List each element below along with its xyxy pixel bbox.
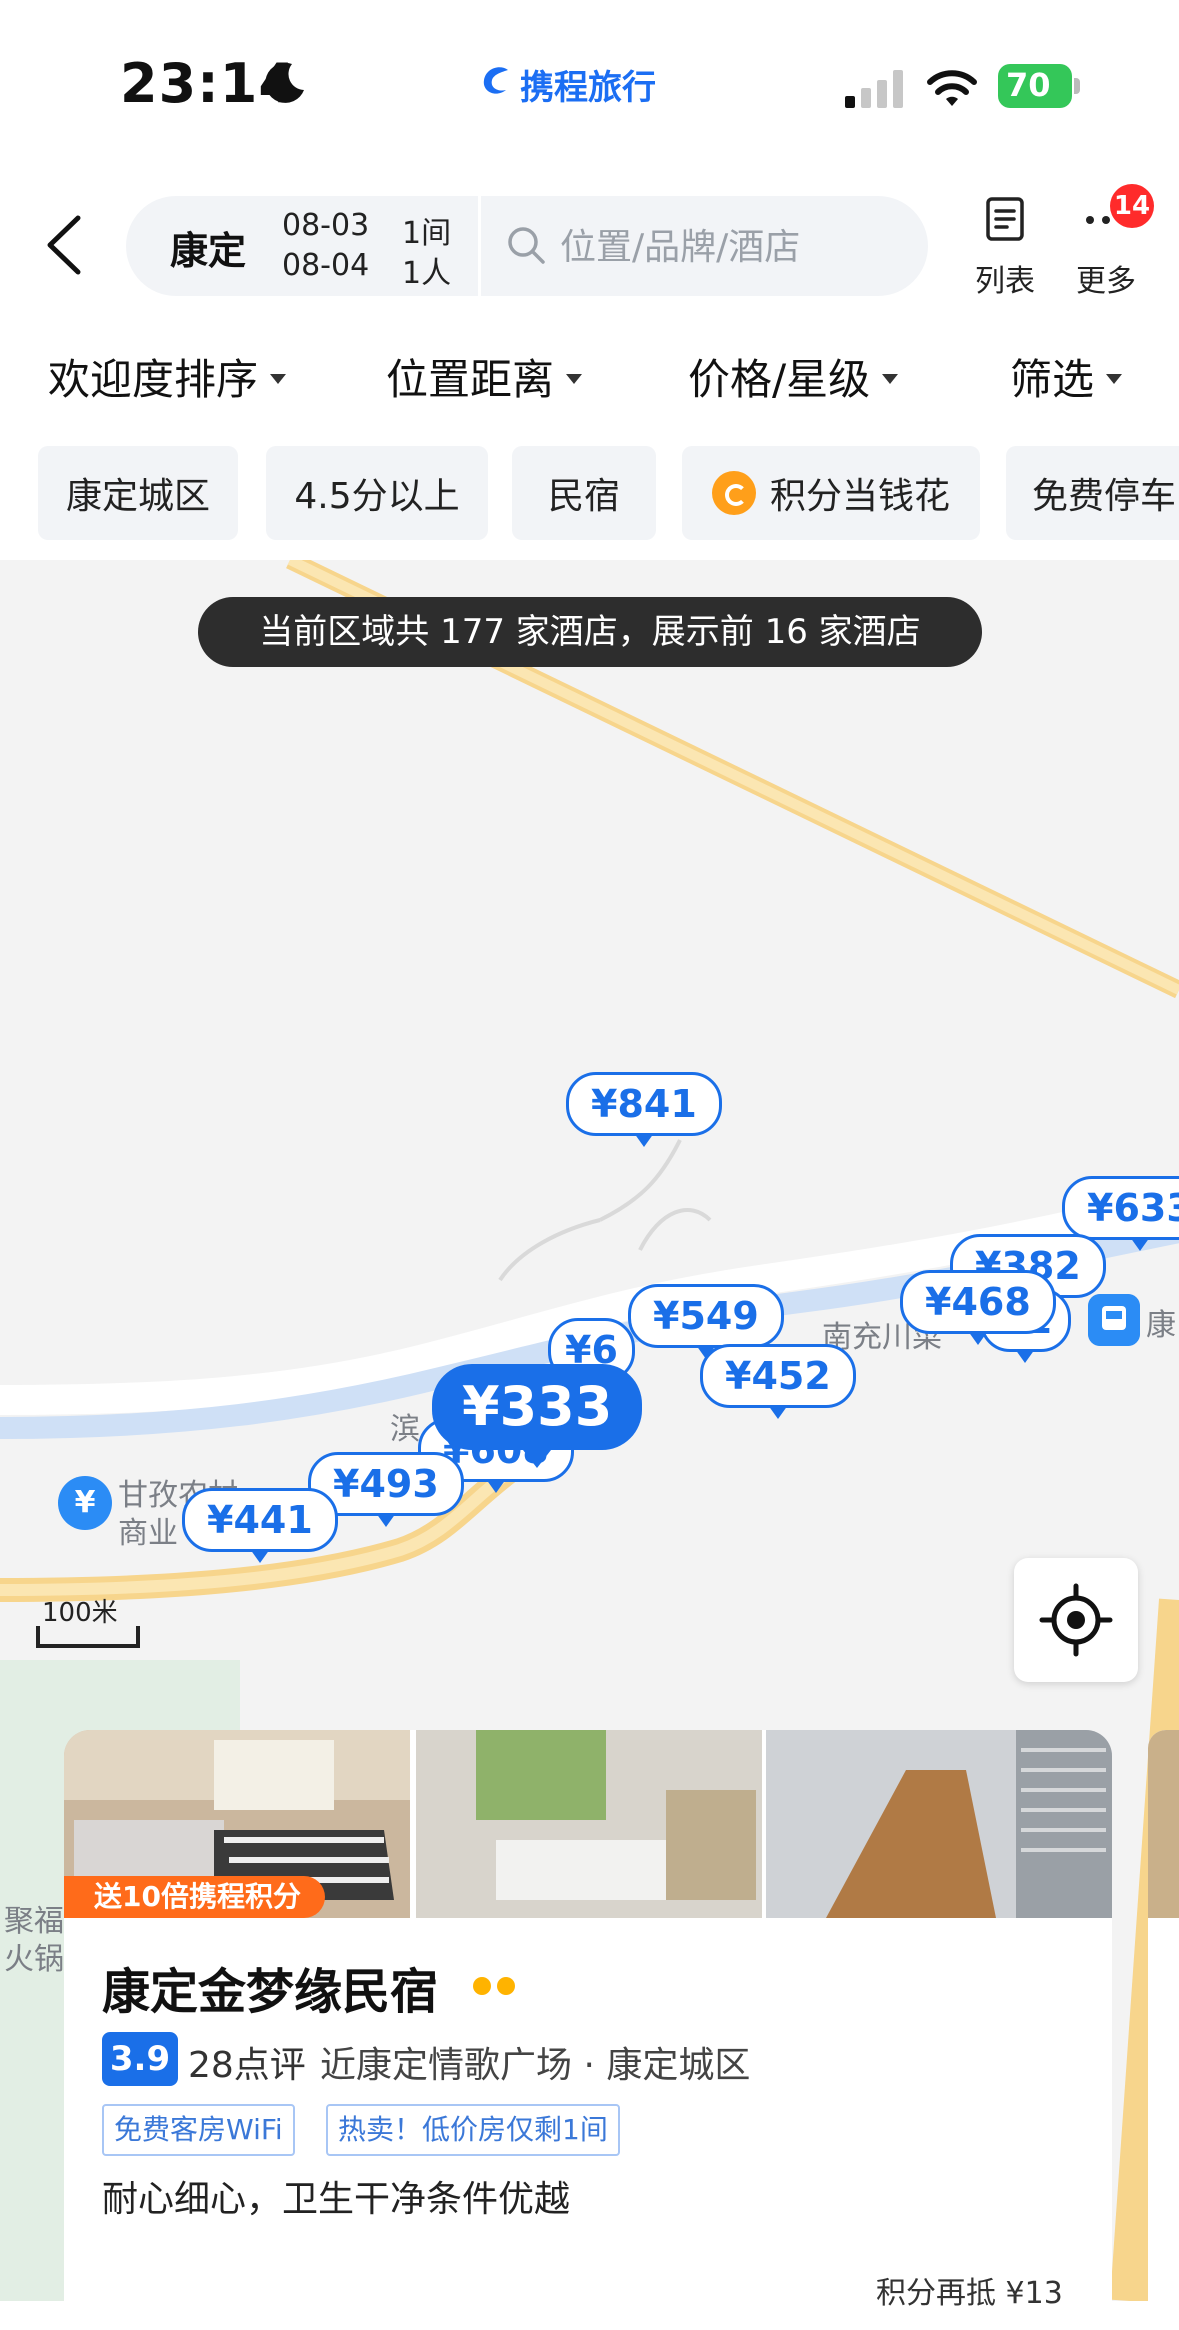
crosshair-icon (1039, 1583, 1113, 1657)
filter-more[interactable]: 筛选 (1010, 346, 1123, 407)
price-pin-selected[interactable]: ¥333 (432, 1364, 643, 1468)
hotel-photo-2[interactable] (416, 1730, 762, 1918)
map-scale-bar (36, 1626, 140, 1648)
signal-icon (845, 70, 903, 108)
filter-more-label: 筛选 (1010, 355, 1095, 404)
filter-price-label: 价格/星级 (688, 355, 871, 404)
chevron-down-icon (270, 373, 287, 384)
map-label-hotpot: 火锅 (4, 1942, 64, 1977)
more-label: 更多 (1076, 264, 1136, 299)
map-label-commerce: 商业 (118, 1516, 178, 1551)
chevron-down-icon (1106, 373, 1123, 384)
guest-count[interactable]: 1人 (402, 248, 451, 292)
hotel-name[interactable]: 康定金梦缘民宿 (102, 1952, 438, 2022)
search-input[interactable] (558, 202, 902, 292)
locate-button[interactable] (1014, 1558, 1138, 1682)
map-scale-label: 100米 (42, 1598, 118, 1628)
battery-indicator: 70 (998, 64, 1080, 108)
price-pin[interactable]: ¥468 (900, 1270, 1056, 1345)
rating-score: 3.9 (102, 2032, 178, 2086)
review-count: 28点评 (188, 2045, 306, 2086)
amenity-tag: 热卖！低价房仅剩1间 (326, 2104, 620, 2156)
price-pin[interactable]: ¥441 (182, 1488, 338, 1563)
ctrip-logo-icon (483, 67, 508, 94)
hotel-photo-3[interactable] (766, 1730, 1112, 1918)
list-icon (986, 197, 1024, 241)
filter-distance[interactable]: 位置距离 (386, 346, 583, 407)
city-selector[interactable]: 康定 (170, 220, 246, 275)
moon-icon (265, 62, 304, 103)
promo-badge: 送10倍携程积分 (64, 1876, 325, 1918)
rating-dots-icon (473, 1977, 515, 1995)
bank-icon: ¥ (58, 1476, 112, 1530)
chip-points-label: 积分当钱花 (769, 476, 950, 517)
points-offset: 积分再抵 ¥13 (876, 2276, 1063, 2311)
map-label-bin: 滨 (390, 1412, 420, 1447)
room-count[interactable]: 1间 (402, 208, 451, 252)
price-pin[interactable]: ¥452 (700, 1344, 856, 1419)
chip-points[interactable]: 积分当钱花 (682, 446, 980, 540)
hotel-card[interactable] (64, 1730, 1112, 2330)
hotel-location: 近康定情歌广场 · 康定城区 (320, 2045, 751, 2086)
chevron-down-icon (882, 373, 899, 384)
filter-price-star[interactable]: 价格/星级 (688, 346, 899, 407)
chip-parking[interactable]: 免费停车 (1006, 446, 1179, 540)
map-label-kang: 康 (1146, 1308, 1176, 1343)
battery-level: 70 (1006, 66, 1051, 104)
checkout-date[interactable]: 08-04 (282, 248, 369, 283)
checkin-date[interactable]: 08-03 (282, 208, 369, 243)
hotel-count-toast: 当前区域共 177 家酒店，展示前 16 家酒店 (198, 597, 982, 667)
list-label: 列表 (975, 264, 1035, 299)
search-icon (508, 227, 545, 264)
filter-sort[interactable]: 欢迎度排序 (48, 346, 287, 407)
notification-badge: 14 (1110, 184, 1154, 228)
next-hotel-photo (1148, 1730, 1179, 1918)
price-pin[interactable]: ¥841 (566, 1072, 722, 1147)
search-divider (478, 196, 481, 296)
wifi-icon (927, 70, 977, 106)
next-hotel-card[interactable] (1148, 1730, 1179, 2330)
coin-icon (711, 471, 756, 515)
filter-sort-label: 欢迎度排序 (48, 355, 259, 404)
filter-distance-label: 位置距离 (386, 355, 555, 404)
amenity-tag: 免费客房WiFi (102, 2104, 295, 2156)
chevron-down-icon (566, 373, 583, 384)
chip-homestay[interactable]: 民宿 (512, 446, 656, 540)
chip-district[interactable]: 康定城区 (38, 446, 238, 540)
hotel-description: 耐心细心，卫生干净条件优越 (102, 2179, 571, 2220)
bus-stop-icon (1088, 1294, 1140, 1346)
chip-rating[interactable]: 4.5分以上 (266, 446, 488, 540)
list-view-button[interactable]: 列表 (970, 196, 1040, 306)
back-button[interactable] (40, 210, 90, 280)
price-pin[interactable]: ¥549 (628, 1284, 784, 1359)
app-title: 携程旅行 (520, 68, 656, 108)
price-pin[interactable]: ¥633 (1062, 1176, 1179, 1251)
